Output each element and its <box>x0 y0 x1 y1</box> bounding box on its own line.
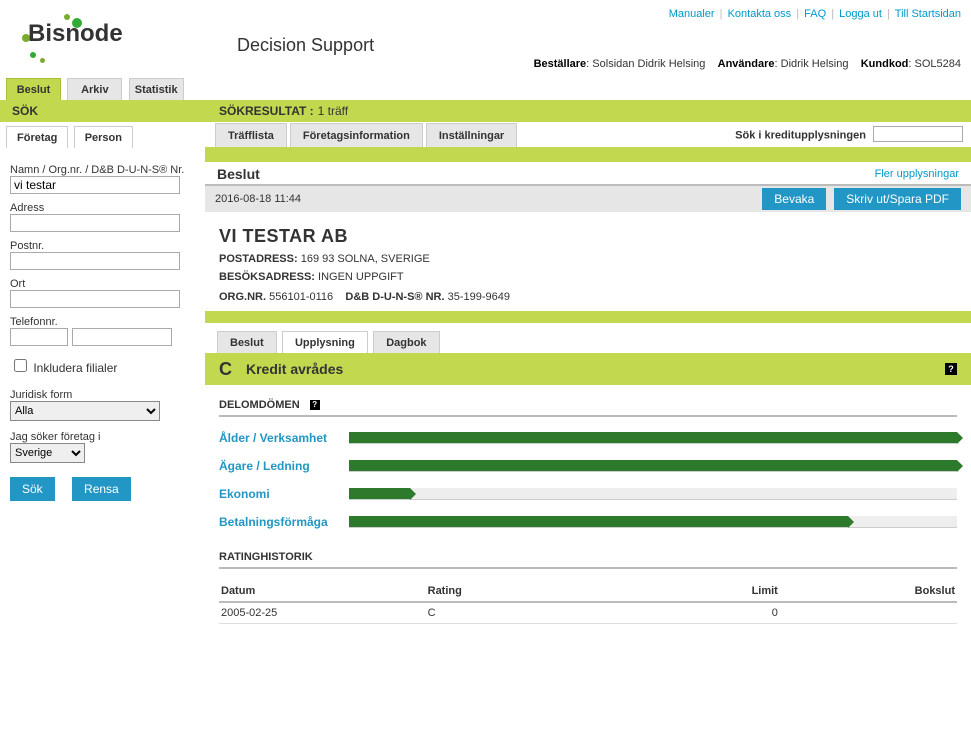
sokresultat-band: SÖKRESULTAT : 1 träff <box>205 100 971 122</box>
link-manualer[interactable]: Manualer <box>669 8 715 20</box>
rtab-installningar[interactable]: Inställningar <box>426 123 517 147</box>
input-postnr[interactable] <box>10 252 180 270</box>
search-tab-foretag[interactable]: Företag <box>6 126 68 148</box>
app-header: Bisnode Decision Support Manualer | Kont… <box>0 0 971 78</box>
search-sidebar: SÖK Företag Person Namn / Org.nr. / D&B … <box>0 100 205 634</box>
subtab-dagbok[interactable]: Dagbok <box>373 331 439 353</box>
label-postnr: Postnr. <box>10 240 195 252</box>
brand-text: Bisnode <box>28 20 123 48</box>
company-name: VI TESTAR AB <box>219 226 957 247</box>
input-tel-prefix[interactable] <box>10 328 68 346</box>
rating-bar-row: Ålder / Verksamhet <box>219 431 957 445</box>
help-icon[interactable]: ? <box>310 400 320 410</box>
link-faq[interactable]: FAQ <box>804 8 826 20</box>
rating-bar-row: Ekonomi <box>219 487 957 501</box>
col-limit: Limit <box>603 581 780 602</box>
company-block: VI TESTAR AB POSTADRESS: 169 93 SOLNA, S… <box>205 212 971 311</box>
besoksadress-label: BESÖKSADRESS: <box>219 271 315 283</box>
rating-table: Datum Rating Limit Bokslut 2005-02-25C0 <box>219 581 957 624</box>
label-soker: Jag söker företag i <box>10 431 195 443</box>
credit-status-band: C Kredit avrådes ? <box>205 353 971 385</box>
tab-arkiv[interactable]: Arkiv <box>67 78 122 100</box>
sok-button[interactable]: Sök <box>10 477 55 501</box>
label-telefon: Telefonnr. <box>10 316 195 328</box>
bar-fill <box>349 488 410 499</box>
rtab-trafflista[interactable]: Träfflista <box>215 123 287 147</box>
ksearch-input[interactable] <box>873 126 963 142</box>
result-tabs: Träfflista Företagsinformation Inställni… <box>205 122 971 148</box>
input-namn[interactable] <box>10 176 180 194</box>
orgnr-value: 556101-0116 <box>269 291 333 303</box>
status-text: Kredit avrådes <box>246 361 343 377</box>
search-tab-person[interactable]: Person <box>74 126 133 148</box>
tab-beslut[interactable]: Beslut <box>6 78 61 100</box>
bar-fill <box>349 460 957 471</box>
bar-label: Ålder / Verksamhet <box>219 431 349 445</box>
postadress-label: POSTADRESS: <box>219 253 298 265</box>
orgnr-label: ORG.NR. <box>219 291 266 303</box>
rating-bar-row: Betalningsförmåga <box>219 515 957 529</box>
subtab-beslut[interactable]: Beslut <box>217 331 277 353</box>
sok-heading: SÖK <box>0 100 205 122</box>
timestamp: 2016-08-18 11:44 <box>215 193 301 205</box>
col-rating: Rating <box>426 581 603 602</box>
besoksadress-value: INGEN UPPGIFT <box>318 271 404 283</box>
input-adress[interactable] <box>10 214 180 232</box>
user-info: Beställare: Solsidan Didrik Helsing Anvä… <box>534 58 961 70</box>
label-namn: Namn / Org.nr. / D&B D-U-N-S® Nr. <box>10 164 195 176</box>
input-tel-number[interactable] <box>72 328 172 346</box>
app-title: Decision Support <box>237 35 374 56</box>
table-row: 2005-02-25C0 <box>219 602 957 624</box>
label-juridisk: Juridisk form <box>10 389 195 401</box>
bar-fill <box>349 432 957 443</box>
section-title: Beslut <box>217 166 260 182</box>
bevaka-button[interactable]: Bevaka <box>762 188 826 210</box>
bar-label: Ekonomi <box>219 487 349 501</box>
label-inkludera: Inkludera filialer <box>33 361 117 375</box>
checkbox-inkludera-filialer[interactable] <box>14 359 27 372</box>
bar-label: Ägare / Ledning <box>219 459 349 473</box>
col-bokslut: Bokslut <box>780 581 957 602</box>
label-ort: Ort <box>10 278 195 290</box>
link-logga-ut[interactable]: Logga ut <box>839 8 882 20</box>
select-juridisk-form[interactable]: Alla <box>10 401 160 421</box>
bar-fill <box>349 516 848 527</box>
status-code: C <box>219 359 232 380</box>
delomdomen-heading: DELOMDÖMEN ? <box>219 395 957 417</box>
bar-track <box>349 516 957 528</box>
ratinghistorik-heading: RATINGHISTORIK <box>219 547 957 569</box>
main-panel: SÖKRESULTAT : 1 träff Träfflista Företag… <box>205 100 971 634</box>
bar-track <box>349 488 957 500</box>
ksearch-label: Sök i kreditupplysningen <box>735 130 866 142</box>
top-links: Manualer | Kontakta oss | FAQ | Logga ut… <box>669 8 961 20</box>
rensa-button[interactable]: Rensa <box>72 477 131 501</box>
rtab-foretagsinfo[interactable]: Företagsinformation <box>290 123 423 147</box>
rating-bar-row: Ägare / Ledning <box>219 459 957 473</box>
company-sub-tabs: Beslut Upplysning Dagbok <box>205 323 971 353</box>
link-kontakta[interactable]: Kontakta oss <box>728 8 792 20</box>
bar-track <box>349 460 957 472</box>
subtab-upplysning[interactable]: Upplysning <box>282 331 368 353</box>
link-startsidan[interactable]: Till Startsidan <box>895 8 961 20</box>
bar-track <box>349 432 957 444</box>
skriv-pdf-button[interactable]: Skriv ut/Spara PDF <box>834 188 961 210</box>
more-upplysningar-link[interactable]: Fler upplysningar <box>875 168 959 180</box>
label-adress: Adress <box>10 202 195 214</box>
col-datum: Datum <box>219 581 426 602</box>
input-ort[interactable] <box>10 290 180 308</box>
duns-label: D&B D-U-N-S® NR. <box>345 291 444 303</box>
tab-statistik[interactable]: Statistik <box>129 78 184 100</box>
select-land[interactable]: Sverige <box>10 443 85 463</box>
duns-value: 35-199-9649 <box>448 291 510 303</box>
bar-label: Betalningsförmåga <box>219 515 349 529</box>
postadress-value: 169 93 SOLNA, SVERIGE <box>301 253 430 265</box>
main-tabs: Beslut Arkiv Statistik <box>0 78 971 100</box>
help-icon[interactable]: ? <box>945 363 957 375</box>
